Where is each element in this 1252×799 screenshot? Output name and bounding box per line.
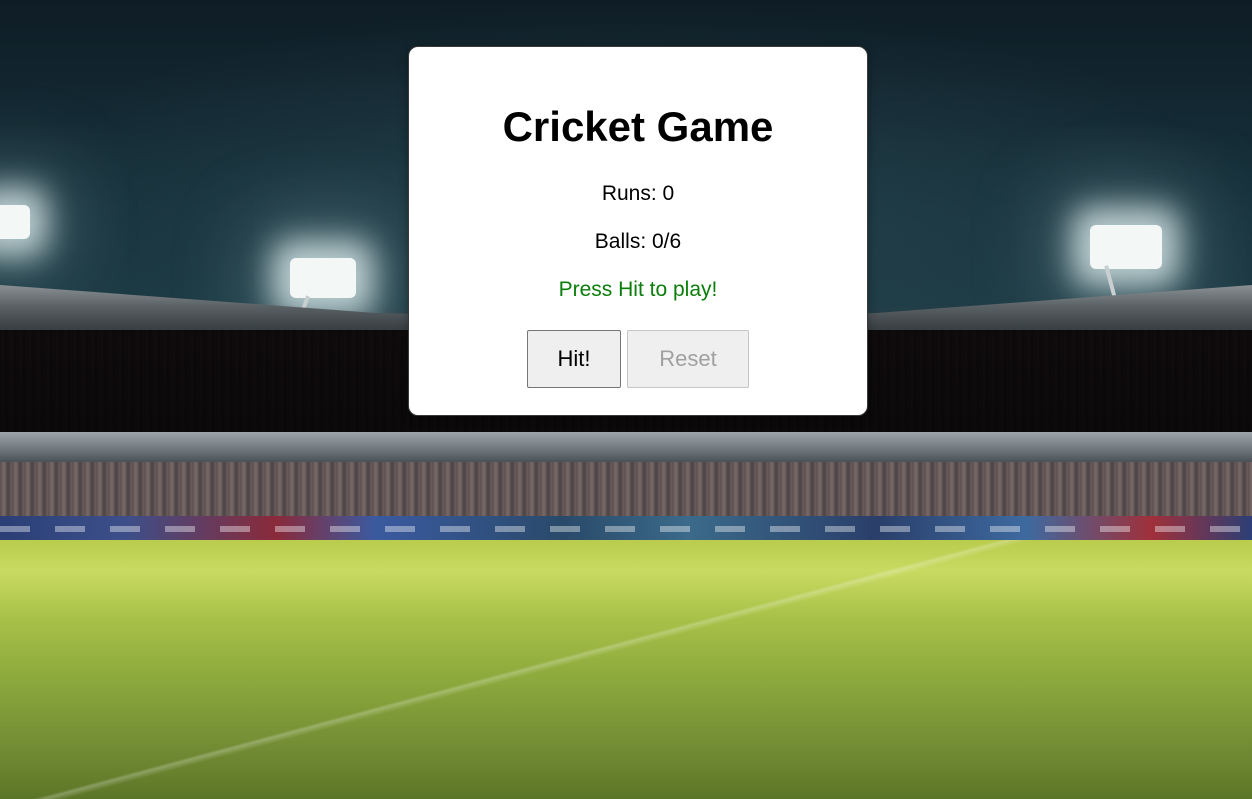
hit-button[interactable]: Hit!: [527, 330, 621, 388]
status-message: Press Hit to play!: [558, 278, 718, 301]
runs-counter: Runs: 0: [601, 182, 675, 205]
floodlight-icon: [1090, 225, 1162, 269]
boundary-line: [0, 540, 1252, 799]
reset-button[interactable]: Reset: [627, 330, 749, 388]
button-row: Hit! Reset: [409, 330, 867, 388]
stands-rail: [0, 432, 1252, 462]
advertising-boards-text: [0, 526, 1252, 532]
game-title: Cricket Game: [502, 103, 774, 150]
floodlight-icon: [0, 205, 30, 239]
game-card: Cricket Game Runs: 0 Balls: 0/6 Press Hi…: [408, 46, 868, 416]
balls-counter: Balls: 0/6: [594, 230, 682, 253]
lower-stands: [0, 462, 1252, 518]
stadium-background: Cricket Game Runs: 0 Balls: 0/6 Press Hi…: [0, 0, 1252, 799]
floodlight-icon: [290, 258, 356, 298]
